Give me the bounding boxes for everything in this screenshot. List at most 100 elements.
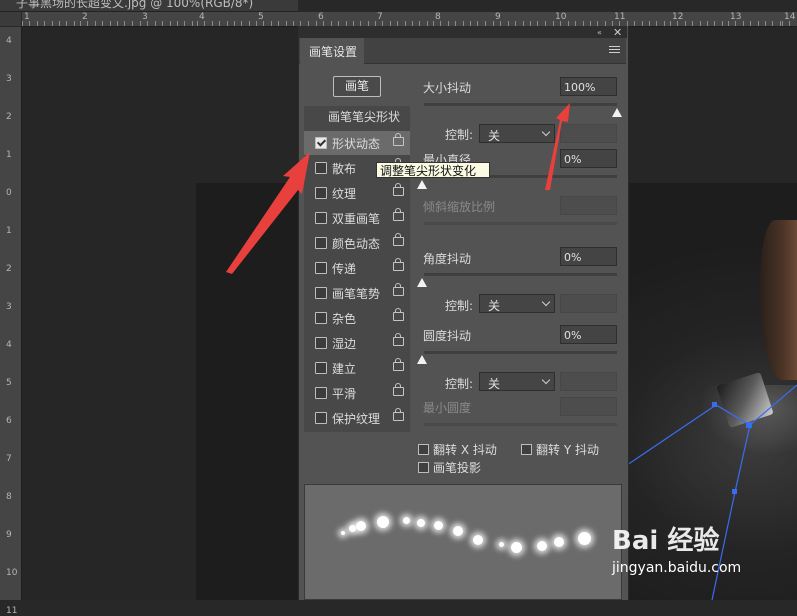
size-jitter-slider-thumb[interactable] [612, 108, 622, 117]
control-2-select[interactable]: 关 [479, 294, 555, 313]
checkbox-shape-dynamics[interactable] [315, 137, 327, 149]
checkbox-color-dynamics[interactable] [315, 237, 327, 249]
brush-projection-checkbox[interactable] [418, 462, 429, 473]
ruler-tick [772, 21, 773, 26]
ruler-tick [758, 21, 759, 26]
lock-icon[interactable] [393, 262, 404, 271]
flip-y-checkbox[interactable] [521, 444, 532, 455]
panel-title-strip[interactable] [298, 26, 627, 38]
ruler-left-label: 1 [6, 150, 12, 160]
collapse-icon[interactable]: « [597, 28, 602, 37]
ruler-tick [692, 21, 693, 26]
roundness-jitter-input[interactable]: 0% [560, 325, 617, 344]
ruler-left-label: 11 [6, 606, 17, 616]
lock-icon[interactable] [393, 362, 404, 371]
ruler-tick [700, 21, 701, 26]
checkbox-noise[interactable] [315, 312, 327, 324]
control-3-value: 关 [488, 375, 500, 392]
size-jitter-input[interactable]: 100% [560, 77, 617, 96]
checkbox-scattering[interactable] [315, 162, 327, 174]
lock-icon[interactable] [393, 237, 404, 246]
ruler-tick [241, 21, 242, 26]
checkbox-dual-brush[interactable] [315, 212, 327, 224]
ruler-tick [728, 21, 729, 26]
brush-tip-shape-label: 画笔笔尖形状 [328, 108, 400, 125]
category-dual-brush[interactable]: 双重画笔 [304, 206, 410, 230]
lock-icon[interactable] [393, 412, 404, 421]
preview-dot [417, 519, 425, 527]
ruler-tick [184, 21, 185, 26]
category-label: 湿边 [332, 335, 356, 352]
lock-icon[interactable] [393, 387, 404, 396]
roundness-jitter-slider-thumb[interactable] [417, 355, 427, 364]
size-jitter-label: 大小抖动 [423, 79, 471, 96]
ruler-tick [780, 21, 781, 26]
angle-jitter-input[interactable]: 0% [560, 247, 617, 266]
flip-x-checkbox[interactable] [418, 444, 429, 455]
ruler-tick [634, 21, 635, 26]
checkbox-protect-texture[interactable] [315, 412, 327, 424]
checkbox-wet-edges[interactable] [315, 337, 327, 349]
ruler-tick [132, 21, 133, 26]
preview-dot [341, 531, 345, 535]
ruler-tick [782, 21, 783, 26]
tab-brush-settings[interactable]: 画笔设置 [300, 38, 364, 64]
brush-presets-button[interactable]: 画笔 [333, 76, 381, 97]
preview-dot [537, 541, 547, 551]
category-smoothing[interactable]: 平滑 [304, 381, 410, 405]
size-jitter-slider-track[interactable] [424, 103, 617, 106]
checkbox-transfer[interactable] [315, 262, 327, 274]
ruler-tick [293, 21, 294, 26]
lock-icon[interactable] [393, 137, 404, 146]
checkbox-texture[interactable] [315, 187, 327, 199]
checkbox-brush-pose[interactable] [315, 287, 327, 299]
ruler-tick [177, 21, 178, 26]
lock-icon[interactable] [393, 187, 404, 196]
lock-icon[interactable] [393, 312, 404, 321]
category-label: 双重画笔 [332, 210, 380, 227]
category-protect-texture[interactable]: 保护纹理 [304, 406, 410, 430]
roundness-jitter-slider-track[interactable] [424, 351, 617, 354]
preview-dot [473, 535, 483, 545]
category-texture[interactable]: 纹理 [304, 181, 410, 205]
lock-icon[interactable] [393, 212, 404, 221]
min-diameter-input[interactable]: 0% [560, 149, 617, 168]
ruler-left-label: 5 [6, 378, 12, 388]
document-tab[interactable]: 子事黑场的长超变文.jpg @ 100%(RGB/8*) [0, 0, 298, 12]
category-label: 建立 [332, 360, 356, 377]
ruler-left-label: 1 [6, 226, 12, 236]
category-build-up[interactable]: 建立 [304, 356, 410, 380]
ruler-tick [714, 21, 715, 26]
category-shape-dynamics[interactable]: 形状动态 [304, 131, 410, 155]
tilt-scale-slider-track [424, 222, 617, 225]
ruler-tick [52, 21, 53, 26]
checkbox-build-up[interactable] [315, 362, 327, 374]
category-noise[interactable]: 杂色 [304, 306, 410, 330]
chevron-down-icon [542, 298, 550, 306]
panel-menu-icon[interactable] [609, 46, 620, 55]
lock-icon[interactable] [393, 337, 404, 346]
watermark-logo: Bai 经验 [612, 520, 719, 557]
category-color-dynamics[interactable]: 颜色动态 [304, 231, 410, 255]
ruler-tick [192, 21, 193, 26]
category-transfer[interactable]: 传递 [304, 256, 410, 280]
control-1-select[interactable]: 关 [479, 124, 555, 143]
control-3-label: 控制: [445, 375, 473, 392]
ruler-tick [197, 21, 198, 26]
checkbox-smoothing[interactable] [315, 387, 327, 399]
ruler-tick [59, 21, 60, 26]
angle-jitter-slider-thumb[interactable] [417, 278, 427, 287]
angle-jitter-slider-track[interactable] [424, 273, 617, 276]
brush-tip-shape-item[interactable]: 画笔笔尖形状 [304, 106, 410, 126]
lock-icon[interactable] [393, 287, 404, 296]
min-diameter-slider-thumb[interactable] [417, 180, 427, 189]
ruler-tick [74, 21, 75, 26]
control-3-select[interactable]: 关 [479, 372, 555, 391]
control-1-label: 控制: [445, 126, 473, 143]
category-brush-pose[interactable]: 画笔笔势 [304, 281, 410, 305]
flip-x-label: 翻转 X 抖动 [433, 441, 497, 458]
ruler-tick [249, 21, 250, 26]
ruler-tick [155, 21, 156, 26]
category-wet-edges[interactable]: 湿边 [304, 331, 410, 355]
ruler-tick [29, 21, 30, 26]
